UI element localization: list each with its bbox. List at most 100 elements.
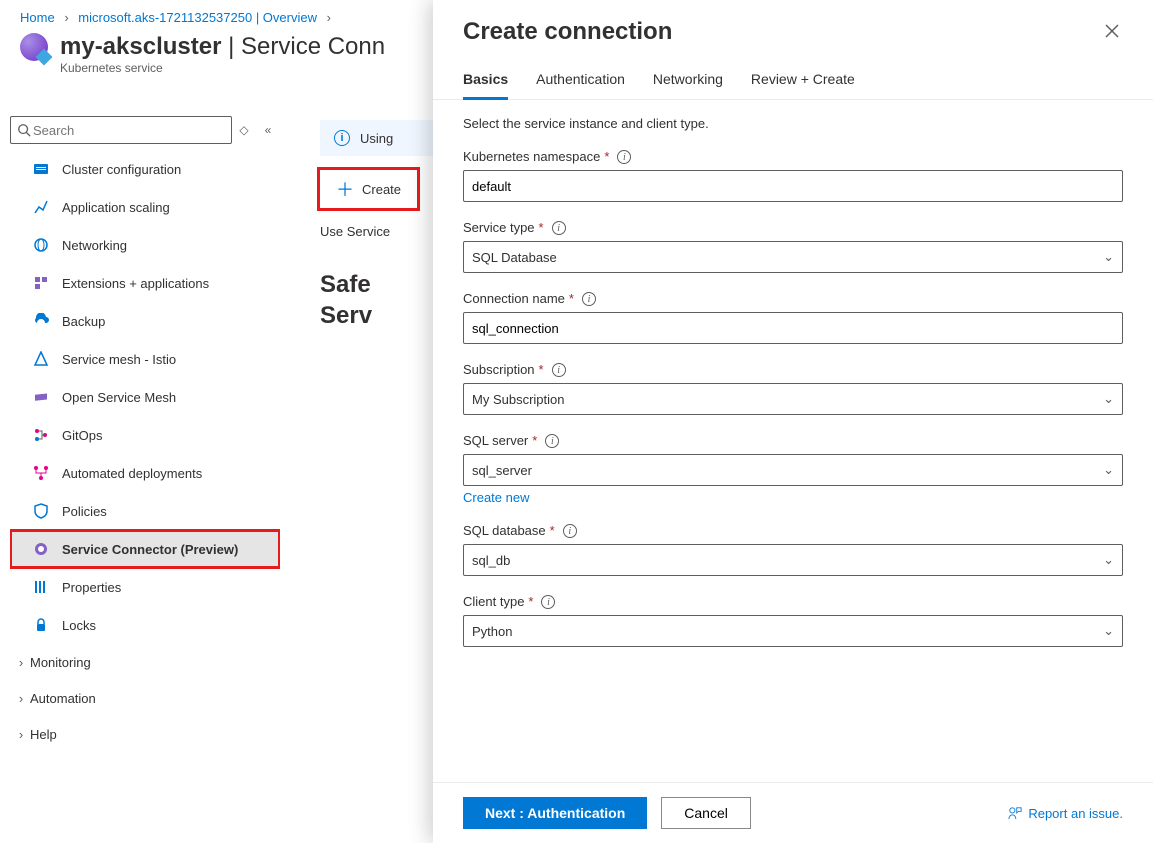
open-mesh-icon: [32, 388, 50, 406]
sidebar-group-monitoring[interactable]: › Monitoring: [10, 644, 280, 680]
select-value: SQL Database: [472, 250, 557, 265]
sidebar-item-service-connector[interactable]: Service Connector (Preview): [10, 530, 280, 568]
service-connector-icon: [32, 540, 50, 558]
service-type-select[interactable]: SQL Database ⌄: [463, 241, 1123, 273]
sidebar-item-policies[interactable]: Policies: [10, 492, 280, 530]
info-icon[interactable]: i: [582, 292, 596, 306]
sidebar: ◇ « Cluster configuration Application sc…: [0, 110, 290, 843]
required-marker: *: [550, 523, 555, 538]
create-button-highlight: ＋ Create: [320, 170, 417, 208]
label-text: Subscription: [463, 362, 535, 377]
search-box[interactable]: [10, 116, 232, 144]
chevron-down-icon: ⌄: [1103, 391, 1114, 407]
field-label: Client type * i: [463, 594, 1123, 609]
required-marker: *: [569, 291, 574, 306]
field-label: Subscription * i: [463, 362, 1123, 377]
info-icon[interactable]: i: [617, 150, 631, 164]
next-button[interactable]: Next : Authentication: [463, 797, 647, 829]
label-text: Kubernetes namespace: [463, 149, 600, 164]
subscription-select[interactable]: My Subscription ⌄: [463, 383, 1123, 415]
tab-review-create[interactable]: Review + Create: [751, 71, 855, 99]
sidebar-nav: Cluster configuration Application scalin…: [10, 150, 280, 830]
chevron-right-icon: ›: [12, 655, 30, 670]
required-marker: *: [528, 594, 533, 609]
scaling-icon: [32, 198, 50, 216]
breadcrumb-home[interactable]: Home: [20, 10, 55, 25]
label-text: Client type: [463, 594, 524, 609]
sidebar-item-extensions[interactable]: Extensions + applications: [10, 264, 280, 302]
backup-icon: [32, 312, 50, 330]
tab-basics[interactable]: Basics: [463, 71, 508, 100]
sidebar-item-label: Open Service Mesh: [62, 390, 176, 405]
field-namespace: Kubernetes namespace * i: [463, 149, 1123, 202]
blade-body: Select the service instance and client t…: [433, 100, 1153, 782]
required-marker: *: [532, 433, 537, 448]
chevron-down-icon: ⌄: [1103, 552, 1114, 568]
sql-database-select[interactable]: sql_db ⌄: [463, 544, 1123, 576]
sidebar-group-help[interactable]: › Help: [10, 716, 280, 752]
sidebar-item-networking[interactable]: Networking: [10, 226, 280, 264]
locks-icon: [32, 616, 50, 634]
close-button[interactable]: [1101, 18, 1123, 47]
info-icon: i: [334, 130, 350, 146]
field-service-type: Service type * i SQL Database ⌄: [463, 220, 1123, 273]
blade-header: Create connection: [433, 0, 1153, 53]
info-icon[interactable]: i: [545, 434, 559, 448]
cluster-config-icon: [32, 160, 50, 178]
collapse-sidebar-icon[interactable]: «: [256, 123, 280, 137]
create-new-link[interactable]: Create new: [463, 490, 529, 505]
sidebar-item-open-mesh[interactable]: Open Service Mesh: [10, 378, 280, 416]
report-issue-link[interactable]: Report an issue.: [1008, 806, 1123, 821]
breadcrumb-separator: ›: [64, 10, 68, 25]
required-marker: *: [604, 149, 609, 164]
cancel-button[interactable]: Cancel: [661, 797, 751, 829]
sidebar-item-label: Policies: [62, 504, 107, 519]
info-icon[interactable]: i: [552, 221, 566, 235]
policies-icon: [32, 502, 50, 520]
deploy-icon: [32, 464, 50, 482]
blade-tabs: Basics Authentication Networking Review …: [433, 53, 1153, 100]
create-button[interactable]: ＋ Create: [320, 170, 417, 208]
sql-server-select[interactable]: sql_server ⌄: [463, 454, 1123, 486]
heading-line-2: Serv: [320, 302, 372, 329]
close-icon: [1105, 24, 1119, 38]
namespace-input[interactable]: [463, 170, 1123, 202]
sidebar-item-gitops[interactable]: GitOps: [10, 416, 280, 454]
sidebar-item-backup[interactable]: Backup: [10, 302, 280, 340]
info-icon[interactable]: i: [552, 363, 566, 377]
sidebar-item-label: Locks: [62, 618, 96, 633]
sidebar-item-deployments[interactable]: Automated deployments: [10, 454, 280, 492]
field-sql-server: SQL server * i sql_server ⌄ Create new: [463, 433, 1123, 505]
tab-networking[interactable]: Networking: [653, 71, 723, 99]
search-input[interactable]: [31, 122, 225, 139]
sidebar-item-istio[interactable]: Service mesh - Istio: [10, 340, 280, 378]
sidebar-item-locks[interactable]: Locks: [10, 606, 280, 644]
search-icon: [17, 123, 31, 137]
sidebar-item-label: Service Connector (Preview): [62, 542, 238, 557]
tab-authentication[interactable]: Authentication: [536, 71, 625, 99]
info-icon[interactable]: i: [563, 524, 577, 538]
resource-name: my-akscluster: [60, 33, 221, 60]
select-value: sql_db: [472, 553, 510, 568]
chevron-down-icon: ⌄: [1103, 623, 1114, 639]
help-text: Select the service instance and client t…: [463, 116, 1123, 131]
create-button-label: Create: [362, 182, 401, 197]
report-link-label: Report an issue.: [1028, 806, 1123, 821]
heading-line-1: Safe: [320, 271, 371, 298]
client-type-select[interactable]: Python ⌄: [463, 615, 1123, 647]
info-icon[interactable]: i: [541, 595, 555, 609]
required-marker: *: [539, 362, 544, 377]
page-title-suffix: | Service Conn: [221, 33, 385, 60]
breadcrumb-subscription[interactable]: microsoft.aks-1721132537250 | Overview: [78, 10, 317, 25]
sidebar-group-automation[interactable]: › Automation: [10, 680, 280, 716]
connection-name-input[interactable]: [463, 312, 1123, 344]
sidebar-item-label: Extensions + applications: [62, 276, 209, 291]
sidebar-item-properties[interactable]: Properties: [10, 568, 280, 606]
sidebar-group-label: Monitoring: [30, 655, 91, 670]
create-connection-blade: Create connection Basics Authentication …: [433, 0, 1153, 843]
mesh-istio-icon: [32, 350, 50, 368]
sidebar-item-cluster-config[interactable]: Cluster configuration: [10, 150, 280, 188]
chevron-right-icon: ›: [12, 727, 30, 742]
sidebar-item-scaling[interactable]: Application scaling: [10, 188, 280, 226]
expand-collapse-icon[interactable]: ◇: [232, 123, 256, 137]
